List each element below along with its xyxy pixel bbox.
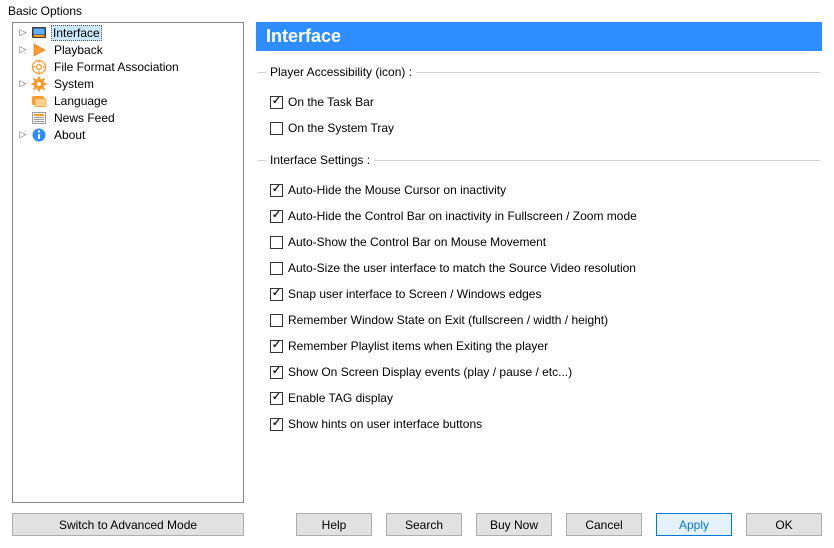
- option-label[interactable]: Remember Window State on Exit (fullscree…: [288, 313, 608, 327]
- checkbox[interactable]: [270, 210, 283, 223]
- checkbox[interactable]: [270, 288, 283, 301]
- option-row: Auto-Show the Control Bar on Mouse Movem…: [266, 229, 812, 255]
- option-label[interactable]: Snap user interface to Screen / Windows …: [288, 287, 541, 301]
- language-icon: [31, 93, 47, 109]
- option-row: Enable TAG display: [266, 385, 812, 411]
- option-label[interactable]: Enable TAG display: [288, 391, 393, 405]
- help-button[interactable]: Help: [296, 513, 372, 536]
- checkbox[interactable]: [270, 366, 283, 379]
- option-label[interactable]: On the Task Bar: [288, 95, 374, 109]
- option-label[interactable]: Show hints on user interface buttons: [288, 417, 482, 431]
- option-row: On the System Tray: [266, 115, 812, 141]
- group-title: Interface Settings :: [266, 153, 374, 167]
- option-row: Remember Window State on Exit (fullscree…: [266, 307, 812, 333]
- switch-advanced-button[interactable]: Switch to Advanced Mode: [12, 513, 244, 536]
- system-icon: [31, 76, 47, 92]
- option-label[interactable]: On the System Tray: [288, 121, 394, 135]
- option-label[interactable]: Show On Screen Display events (play / pa…: [288, 365, 572, 379]
- checkbox[interactable]: [270, 314, 283, 327]
- checkbox[interactable]: [270, 96, 283, 109]
- tree-item-label: News Feed: [51, 110, 118, 126]
- newsfeed-icon: [31, 110, 47, 126]
- option-row: Show On Screen Display events (play / pa…: [266, 359, 812, 385]
- option-label[interactable]: Auto-Hide the Mouse Cursor on inactivity: [288, 183, 506, 197]
- option-label[interactable]: Remember Playlist items when Exiting the…: [288, 339, 548, 353]
- ok-button[interactable]: OK: [746, 513, 822, 536]
- tree-item-playback[interactable]: ▷ Playback: [15, 41, 241, 58]
- option-row: Auto-Hide the Control Bar on inactivity …: [266, 203, 812, 229]
- tree-item-about[interactable]: ▷ About: [15, 126, 241, 143]
- tree-item-label: About: [51, 127, 88, 143]
- button-bar: Switch to Advanced Mode Help Search Buy …: [0, 503, 834, 548]
- expander-icon[interactable]: ▷: [15, 78, 31, 89]
- checkbox[interactable]: [270, 418, 283, 431]
- tree-item-label: Language: [51, 93, 110, 109]
- tree-item-system[interactable]: ▷ System: [15, 75, 241, 92]
- tree-item-file-format-association[interactable]: File Format Association: [15, 58, 241, 75]
- option-label[interactable]: Auto-Show the Control Bar on Mouse Movem…: [288, 235, 546, 249]
- tree-item-label: Playback: [51, 42, 106, 58]
- tree-item-interface[interactable]: ▷ Interface: [15, 24, 241, 41]
- expander-icon[interactable]: ▷: [15, 129, 31, 140]
- group-title: Player Accessibility (icon) :: [266, 65, 416, 79]
- panel-header: Interface: [256, 22, 822, 51]
- option-row: Auto-Hide the Mouse Cursor on inactivity: [266, 177, 812, 203]
- playback-icon: [31, 42, 47, 58]
- cancel-button[interactable]: Cancel: [566, 513, 642, 536]
- about-icon: [31, 127, 47, 143]
- fileformat-icon: [31, 59, 47, 75]
- tree-item-label: File Format Association: [51, 59, 182, 75]
- option-row: Auto-Size the user interface to match th…: [266, 255, 812, 281]
- option-row: Remember Playlist items when Exiting the…: [266, 333, 812, 359]
- tree-item-news-feed[interactable]: News Feed: [15, 109, 241, 126]
- interface-icon: [31, 25, 47, 41]
- window-title: Basic Options: [0, 0, 834, 22]
- checkbox[interactable]: [270, 340, 283, 353]
- checkbox[interactable]: [270, 392, 283, 405]
- tree-item-label: System: [51, 76, 97, 92]
- apply-button[interactable]: Apply: [656, 513, 732, 536]
- expander-icon[interactable]: ▷: [15, 27, 31, 38]
- group-player-accessibility: Player Accessibility (icon) : On the Tas…: [258, 65, 820, 145]
- option-row: Show hints on user interface buttons: [266, 411, 812, 437]
- category-tree[interactable]: ▷ Interface ▷ PlaybackFile Format Associati…: [12, 22, 244, 503]
- checkbox[interactable]: [270, 122, 283, 135]
- checkbox[interactable]: [270, 262, 283, 275]
- expander-icon[interactable]: ▷: [15, 44, 31, 55]
- buy-now-button[interactable]: Buy Now: [476, 513, 552, 536]
- group-interface-settings: Interface Settings : Auto-Hide the Mouse…: [258, 153, 820, 441]
- option-label[interactable]: Auto-Size the user interface to match th…: [288, 261, 636, 275]
- tree-item-language[interactable]: Language: [15, 92, 241, 109]
- checkbox[interactable]: [270, 184, 283, 197]
- option-row: On the Task Bar: [266, 89, 812, 115]
- option-label[interactable]: Auto-Hide the Control Bar on inactivity …: [288, 209, 637, 223]
- option-row: Snap user interface to Screen / Windows …: [266, 281, 812, 307]
- checkbox[interactable]: [270, 236, 283, 249]
- search-button[interactable]: Search: [386, 513, 462, 536]
- tree-item-label: Interface: [51, 25, 102, 41]
- settings-panel: Interface Player Accessibility (icon) : …: [256, 22, 822, 503]
